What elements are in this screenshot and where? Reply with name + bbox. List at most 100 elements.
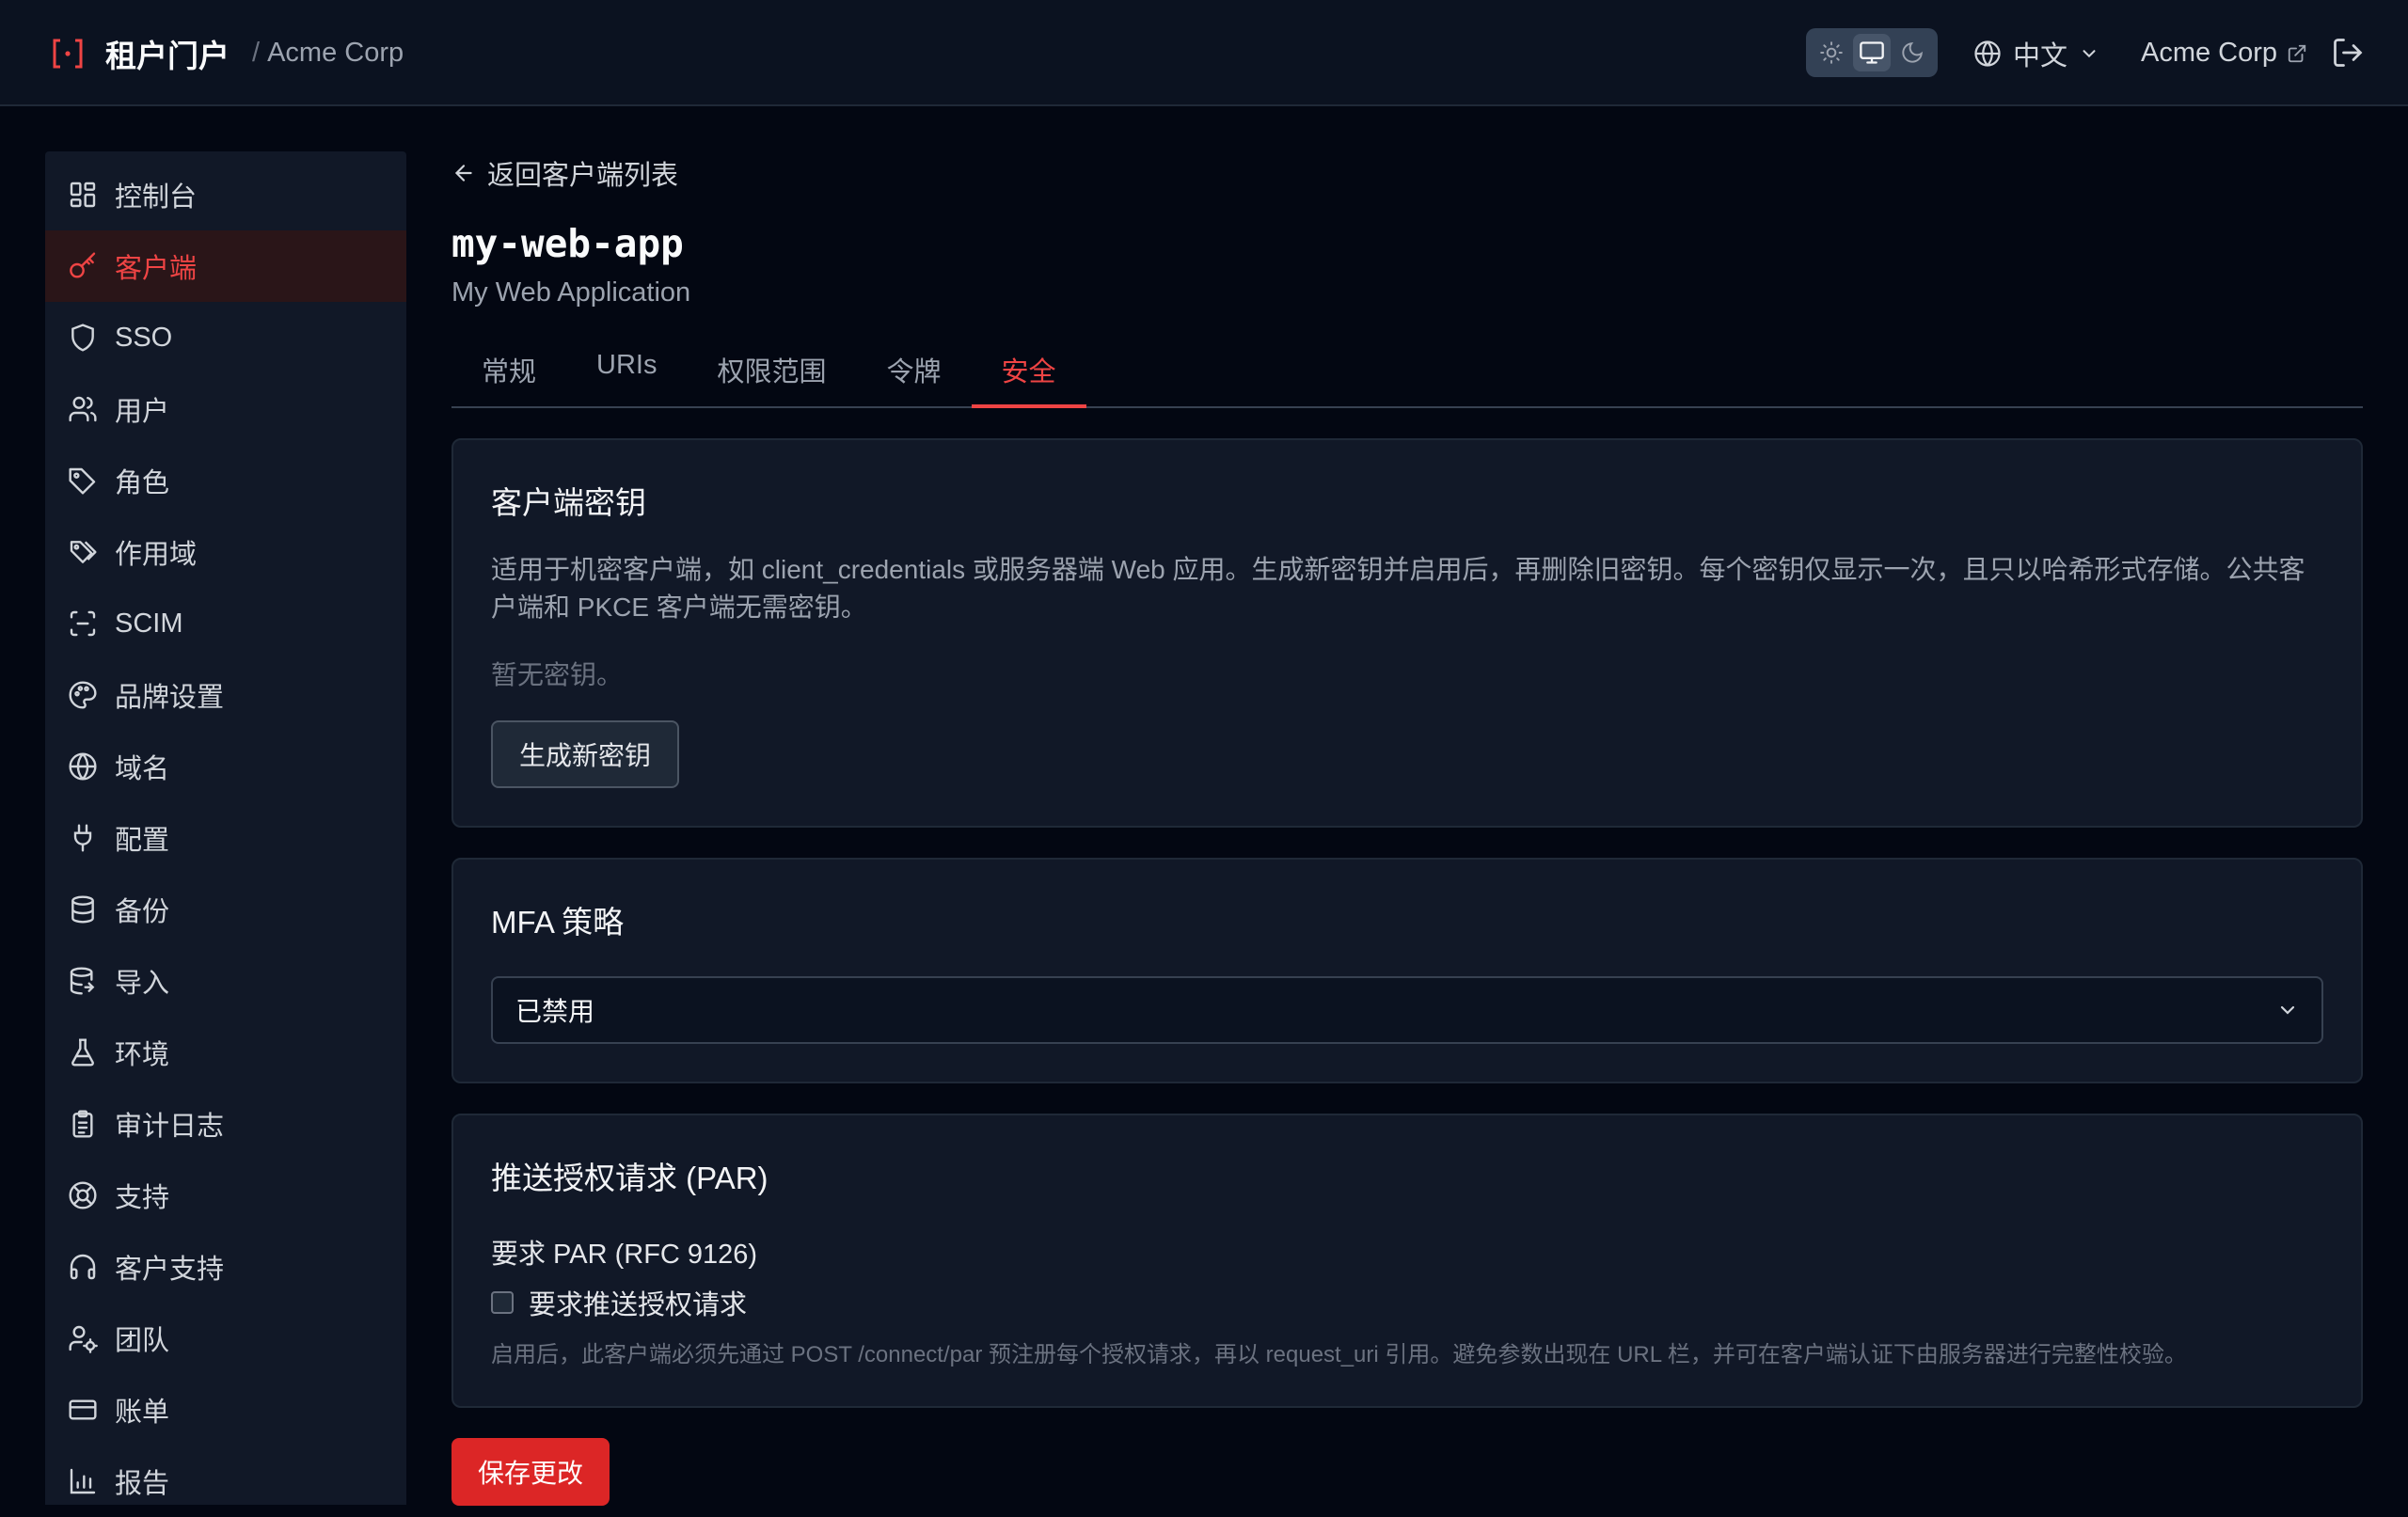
sidebar-item-environments[interactable]: 环境 <box>45 1017 406 1088</box>
shield-icon <box>71 324 94 352</box>
sidebar-item-label: 品牌设置 <box>115 683 225 713</box>
sidebar-item-label: 导入 <box>115 969 170 999</box>
sidebar-item-dashboard[interactable]: 控制台 <box>45 159 406 230</box>
tab-scopes[interactable]: 权限范围 <box>687 340 856 408</box>
sidebar-item-label: 配置 <box>115 826 170 856</box>
sidebar-item-users[interactable]: 用户 <box>45 373 406 445</box>
sidebar-item-backup[interactable]: 备份 <box>45 874 406 945</box>
sidebar-item-reports[interactable]: 报告 <box>45 1446 406 1517</box>
sidebar-item-label: SCIM <box>115 608 183 639</box>
back-to-clients-link[interactable]: 返回客户端列表 <box>452 153 2363 193</box>
app-title: 租户门户 <box>105 38 230 73</box>
dashboard-icon <box>70 182 96 208</box>
brand[interactable]: 租户门户 / Acme Corp <box>49 0 404 106</box>
par-title: 推送授权请求 (PAR) <box>491 1161 768 1195</box>
theme-dark-button[interactable] <box>1893 34 1931 71</box>
key-icon <box>70 252 96 278</box>
sidebar-item-roles[interactable]: 角色 <box>45 445 406 516</box>
language-selector[interactable]: 中文 <box>1973 0 2099 106</box>
theme-switcher <box>1806 28 1938 77</box>
client-secrets-card: 客户端密钥 适用于机密客户端，如 client_credentials 或服务器… <box>452 438 2363 828</box>
sidebar-item-label: 域名 <box>115 754 170 784</box>
headphones-icon <box>70 1254 96 1280</box>
tags-icon <box>70 541 97 563</box>
tab-security[interactable]: 安全 <box>971 340 1086 408</box>
sidebar-item-scim[interactable]: SCIM <box>45 588 406 659</box>
sidebar-item-team[interactable]: 团队 <box>45 1303 406 1374</box>
plug-icon <box>73 824 92 852</box>
sidebar-item-label: 审计日志 <box>115 1112 225 1142</box>
back-link-label: 返回客户端列表 <box>487 161 679 191</box>
sidebar-item-sso[interactable]: SSO <box>45 302 406 373</box>
sidebar-item-config[interactable]: 配置 <box>45 802 406 874</box>
sidebar-item-label: 客户支持 <box>115 1255 225 1285</box>
require-par-checkbox[interactable] <box>491 1291 514 1314</box>
no-secrets-message: 暂无密钥。 <box>491 660 624 689</box>
par-card: 推送授权请求 (PAR) 要求 PAR (RFC 9126) 要求推送授权请求 … <box>452 1114 2363 1408</box>
credit-card-icon <box>69 1399 97 1420</box>
sidebar-item-support[interactable]: 支持 <box>45 1160 406 1231</box>
palette-icon <box>69 681 97 709</box>
sun-icon <box>1820 41 1844 64</box>
sidebar-item-label: 报告 <box>115 1469 170 1499</box>
mfa-policy-title: MFA 策略 <box>491 905 625 940</box>
sidebar-item-scopes[interactable]: 作用域 <box>45 516 406 588</box>
mfa-policy-value: 已禁用 <box>515 997 595 1026</box>
breadcrumb-separator: / <box>252 38 261 68</box>
require-par-option[interactable]: 要求推送授权请求 <box>491 1283 2323 1322</box>
sidebar-item-label: 作用域 <box>115 540 198 570</box>
life-buoy-icon <box>69 1181 97 1209</box>
sidebar-item-label: 控制台 <box>115 182 198 213</box>
arrow-left-icon <box>454 165 472 182</box>
theme-system-button[interactable] <box>1852 34 1891 71</box>
generate-secret-button[interactable]: 生成新密钥 <box>491 720 680 788</box>
par-field-label: 要求 PAR (RFC 9126) <box>491 1240 758 1270</box>
database-icon <box>71 895 94 924</box>
mfa-policy-select[interactable]: 已禁用 <box>491 976 2323 1044</box>
monitor-icon <box>1860 41 1884 64</box>
external-link-icon <box>2288 44 2306 62</box>
flask-icon <box>71 1038 94 1067</box>
sidebar-item-domains[interactable]: 域名 <box>45 731 406 802</box>
sidebar-item-label: 备份 <box>115 897 170 927</box>
language-label: 中文 <box>2013 40 2068 71</box>
sidebar-item-label: 客户端 <box>115 254 198 284</box>
mfa-policy-card: MFA 策略 已禁用 <box>452 858 2363 1083</box>
theme-light-button[interactable] <box>1813 34 1850 71</box>
sidebar-item-label: 用户 <box>115 397 170 427</box>
bar-chart-icon <box>70 1468 96 1494</box>
tab-tokens[interactable]: 令牌 <box>856 340 971 408</box>
database-import-icon <box>70 967 95 995</box>
globe-icon <box>69 752 97 781</box>
logout-icon[interactable] <box>2331 36 2365 70</box>
clipboard-icon <box>72 1110 93 1138</box>
sidebar-item-audit-log[interactable]: 审计日志 <box>45 1088 406 1160</box>
sidebar-item-label: 环境 <box>115 1040 170 1070</box>
top-header: 租户门户 / Acme Corp 中文 Acme Corp <box>0 0 2408 106</box>
scan-icon <box>70 610 96 637</box>
client-secrets-description: 适用于机密客户端，如 client_credentials 或服务器端 Web … <box>491 555 2305 622</box>
client-secrets-title: 客户端密钥 <box>491 485 646 520</box>
sidebar-item-customer-support[interactable]: 客户支持 <box>45 1231 406 1303</box>
save-changes-button[interactable]: 保存更改 <box>452 1438 610 1506</box>
tab-general[interactable]: 常规 <box>452 340 566 408</box>
sidebar-item-branding[interactable]: 品牌设置 <box>45 659 406 731</box>
sidebar-item-label: 团队 <box>115 1326 170 1356</box>
tab-uris[interactable]: URIs <box>566 340 687 408</box>
sidebar-item-label: 支持 <box>115 1183 170 1213</box>
sidebar-item-label: 角色 <box>115 468 170 498</box>
client-name-subtitle: My Web Application <box>452 277 691 308</box>
require-par-label: 要求推送授权请求 <box>529 1290 748 1320</box>
sidebar-item-label: 账单 <box>115 1398 170 1428</box>
par-help-text: 启用后，此客户端必须先通过 POST /connect/par 预注册每个授权请… <box>491 1342 2187 1367</box>
user-cog-icon <box>69 1325 98 1353</box>
sidebar-item-billing[interactable]: 账单 <box>45 1374 406 1446</box>
sidebar-item-clients[interactable]: 客户端 <box>45 230 406 302</box>
moon-icon <box>1902 42 1923 63</box>
sidebar-item-import[interactable]: 导入 <box>45 945 406 1017</box>
org-external-link[interactable]: Acme Corp <box>2141 0 2307 106</box>
globe-icon <box>1974 40 2001 67</box>
sidebar-item-label: SSO <box>115 322 173 353</box>
chevron-down-icon <box>2280 1005 2295 1015</box>
org-name: Acme Corp <box>267 38 404 68</box>
